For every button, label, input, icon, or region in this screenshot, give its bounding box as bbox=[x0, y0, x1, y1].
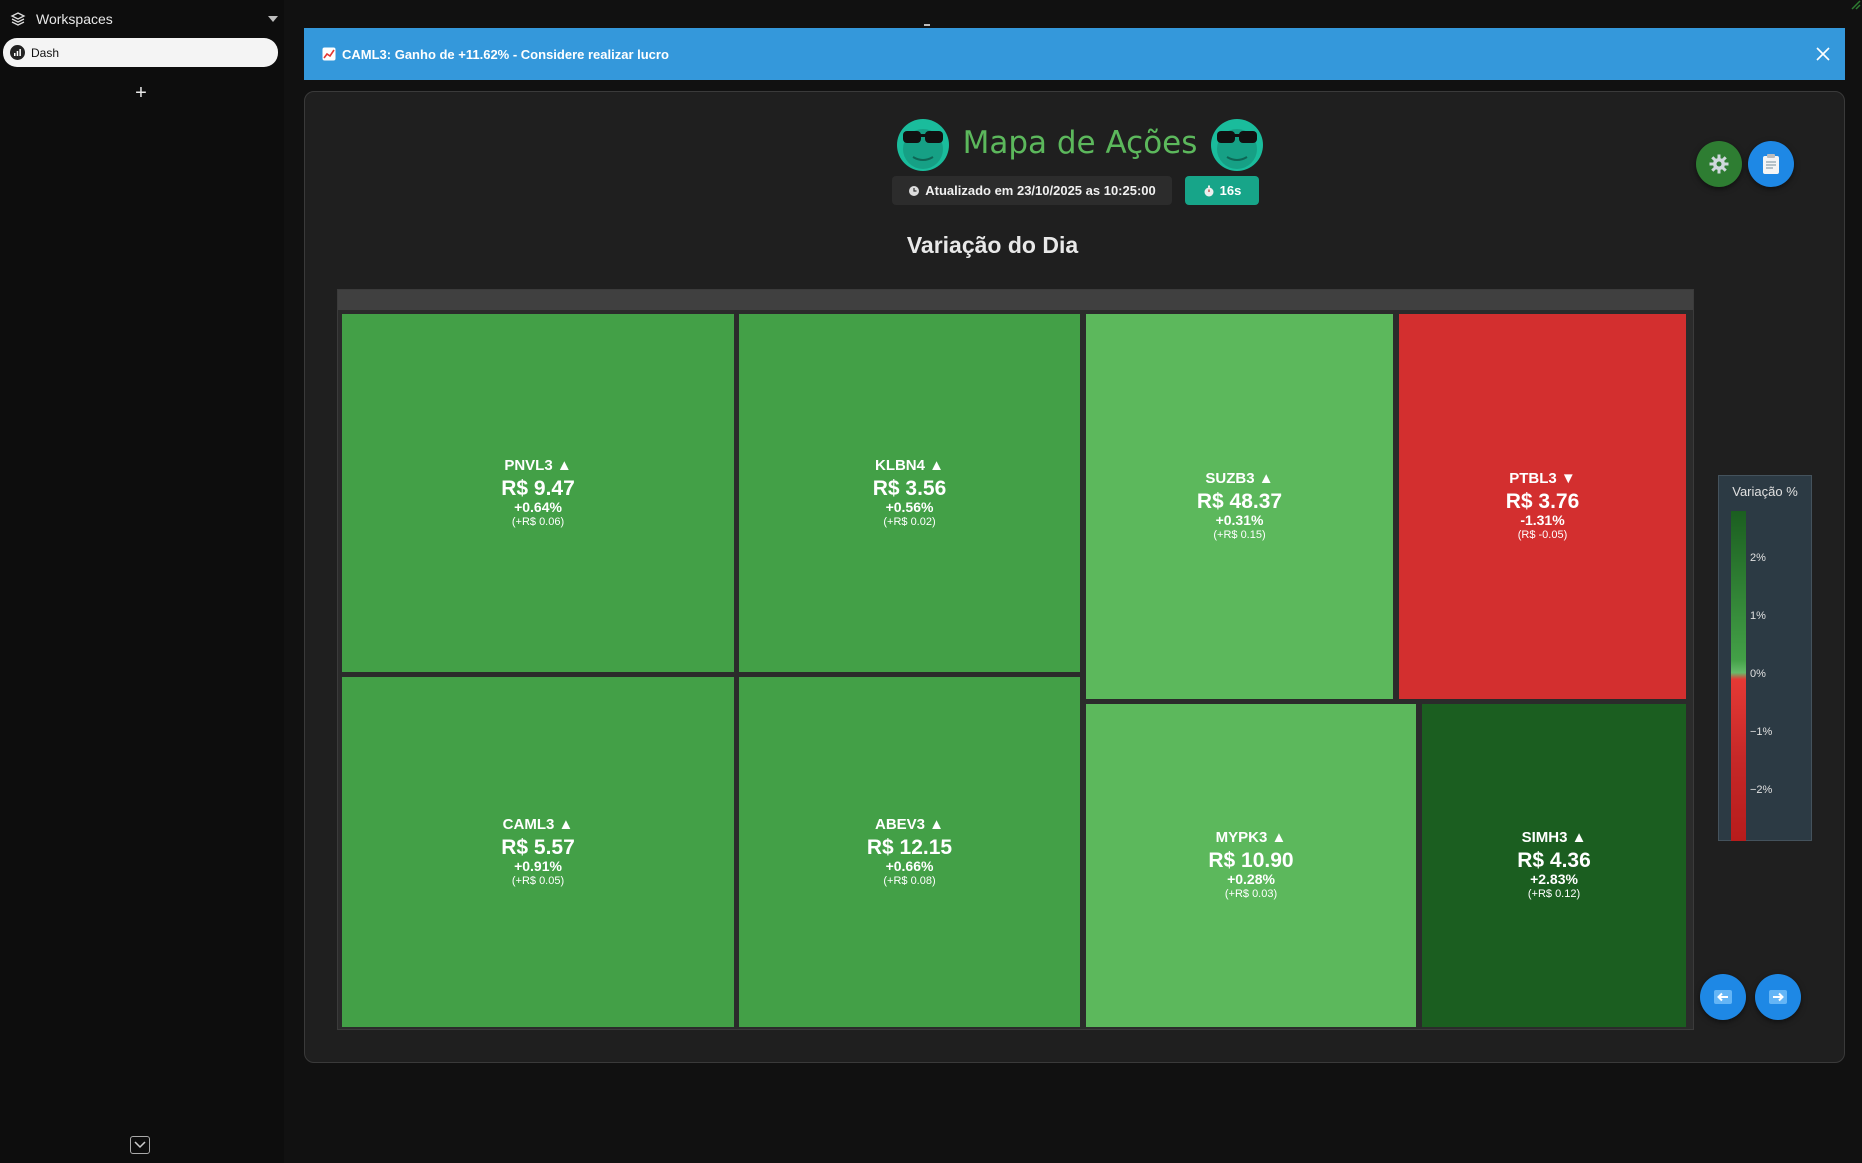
tile-change-pct: +0.64% bbox=[514, 498, 562, 515]
tile-ticker: MYPK3 ▲ bbox=[1215, 829, 1287, 846]
color-legend: Variação % 2% 1% 0% −1% −2% bbox=[1718, 475, 1812, 841]
tile-change-value: (+R$ 0.03) bbox=[1224, 888, 1278, 900]
treemap-tile-pnvl3[interactable]: PNVL3 ▲ R$ 9.47 +0.64% (+R$ 0.06) bbox=[342, 314, 734, 672]
legend-title: Variação % bbox=[1732, 484, 1798, 499]
treemap-tile-simh3[interactable]: SIMH3 ▲ R$ 4.36 +2.83% (+R$ 0.12) bbox=[1422, 704, 1686, 1027]
chart-icon bbox=[10, 45, 25, 60]
tile-price: R$ 5.57 bbox=[501, 835, 575, 859]
arrow-right-icon bbox=[1769, 990, 1787, 1004]
gear-icon bbox=[1709, 154, 1729, 174]
treemap-tile-abev3[interactable]: ABEV3 ▲ R$ 12.15 +0.66% (+R$ 0.08) bbox=[739, 677, 1080, 1027]
sidebar-item-dash[interactable]: Dash bbox=[3, 38, 278, 67]
report-button[interactable] bbox=[1748, 141, 1794, 187]
add-workspace-button[interactable]: + bbox=[130, 82, 152, 104]
tile-change-pct: +2.83% bbox=[1530, 871, 1578, 887]
legend-tick: −2% bbox=[1750, 784, 1773, 796]
stopwatch-icon bbox=[1203, 185, 1215, 197]
tile-change-value: (+R$ 0.08) bbox=[883, 874, 936, 887]
tile-price: R$ 3.56 bbox=[872, 476, 947, 500]
tile-change-pct: +0.31% bbox=[1215, 512, 1264, 528]
app-title: Mapa de Ações bbox=[962, 125, 1198, 161]
clipboard-icon bbox=[1763, 154, 1779, 174]
treemap-tile-suzb3[interactable]: SUZB3 ▲ R$ 48.37 +0.31% (+R$ 0.15) bbox=[1086, 314, 1393, 699]
treemap-tile-mypk3[interactable]: MYPK3 ▲ R$ 10.90 +0.28% (+R$ 0.03) bbox=[1086, 704, 1416, 1027]
tile-price: R$ 48.37 bbox=[1196, 490, 1283, 513]
tile-ticker: SIMH3 ▲ bbox=[1521, 829, 1587, 846]
tile-price: R$ 3.76 bbox=[1505, 490, 1580, 513]
tile-ticker: PTBL3 ▼ bbox=[1509, 470, 1576, 487]
tile-change-pct: +0.66% bbox=[885, 857, 934, 874]
treemap: PNVL3 ▲ R$ 9.47 +0.64% (+R$ 0.06) KLBN4 … bbox=[337, 289, 1694, 1030]
legend-tick: −1% bbox=[1750, 726, 1773, 738]
chevron-down-icon[interactable] bbox=[268, 16, 278, 22]
refresh-timer-text: 16s bbox=[1219, 183, 1242, 198]
divider bbox=[924, 24, 930, 26]
legend-colorbar bbox=[1731, 511, 1746, 841]
tile-price: R$ 12.15 bbox=[866, 835, 953, 859]
settings-button[interactable] bbox=[1696, 141, 1742, 187]
previous-page-button[interactable] bbox=[1700, 974, 1746, 1020]
tile-change-pct: -1.31% bbox=[1520, 512, 1565, 528]
legend-tick: 0% bbox=[1750, 668, 1766, 680]
tile-change-value: (+R$ 0.12) bbox=[1527, 888, 1581, 900]
treemap-tile-caml3[interactable]: CAML3 ▲ R$ 5.57 +0.91% (+R$ 0.05) bbox=[342, 677, 734, 1027]
collapse-button[interactable] bbox=[130, 1136, 150, 1154]
workspaces-header[interactable]: Workspaces bbox=[10, 8, 278, 30]
legend-tick: 2% bbox=[1750, 552, 1766, 564]
tile-change-pct: +0.56% bbox=[885, 498, 934, 515]
last-updated-text: Atualizado em 23/10/2025 as 10:25:00 bbox=[925, 183, 1156, 198]
tile-price: R$ 4.36 bbox=[1517, 849, 1591, 872]
arrow-left-icon bbox=[1714, 990, 1732, 1004]
turtle-logo-icon bbox=[1207, 113, 1267, 173]
resize-grip-icon bbox=[1851, 0, 1861, 10]
tile-ticker: SUZB3 ▲ bbox=[1205, 470, 1274, 487]
next-page-button[interactable] bbox=[1755, 974, 1801, 1020]
treemap-tile-klbn4[interactable]: KLBN4 ▲ R$ 3.56 +0.56% (+R$ 0.02) bbox=[739, 314, 1080, 672]
sidebar: Workspaces Dash + bbox=[0, 0, 284, 1163]
last-updated-badge: Atualizado em 23/10/2025 as 10:25:00 bbox=[892, 176, 1172, 205]
tile-change-value: (+R$ 0.05) bbox=[511, 874, 565, 887]
tile-ticker: ABEV3 ▲ bbox=[874, 815, 945, 833]
workspaces-title: Workspaces bbox=[36, 11, 113, 27]
chevron-down-icon bbox=[134, 1141, 146, 1149]
treemap-tile-ptbl3[interactable]: PTBL3 ▼ R$ 3.76 -1.31% (R$ -0.05) bbox=[1399, 314, 1686, 699]
notification-banner: CAML3: Ganho de +11.62% - Considere real… bbox=[304, 28, 1845, 80]
tile-ticker: KLBN4 ▲ bbox=[874, 456, 945, 474]
section-title: Variação do Dia bbox=[906, 232, 1079, 258]
tile-ticker: PNVL3 ▲ bbox=[504, 456, 572, 474]
close-icon[interactable] bbox=[1813, 44, 1833, 64]
sidebar-item-label: Dash bbox=[31, 45, 60, 60]
notification-text: CAML3: Ganho de +11.62% - Considere real… bbox=[342, 46, 669, 62]
tile-change-value: (+R$ 0.15) bbox=[1213, 529, 1266, 541]
tile-ticker: CAML3 ▲ bbox=[502, 815, 574, 833]
turtle-logo-icon bbox=[893, 113, 953, 173]
dashboard-card: Mapa de Ações Atualizado em 23/10/2025 a… bbox=[304, 91, 1845, 1063]
tile-change-value: (+R$ 0.02) bbox=[883, 515, 936, 528]
legend-tick: 1% bbox=[1750, 610, 1766, 622]
tile-price: R$ 10.90 bbox=[1208, 849, 1294, 872]
tile-change-value: (+R$ 0.06) bbox=[511, 515, 565, 528]
treemap-header-bar bbox=[338, 290, 1693, 310]
page-title: Mapa de Ações bbox=[896, 110, 1264, 176]
tile-change-value: (R$ -0.05) bbox=[1517, 529, 1568, 541]
layers-icon bbox=[10, 11, 26, 27]
tile-change-pct: +0.28% bbox=[1227, 871, 1275, 887]
clock-icon bbox=[908, 185, 920, 197]
tile-price: R$ 9.47 bbox=[501, 476, 575, 500]
tile-change-pct: +0.91% bbox=[514, 857, 562, 874]
refresh-timer-badge: 16s bbox=[1185, 176, 1259, 205]
chart-increasing-icon bbox=[322, 47, 336, 61]
